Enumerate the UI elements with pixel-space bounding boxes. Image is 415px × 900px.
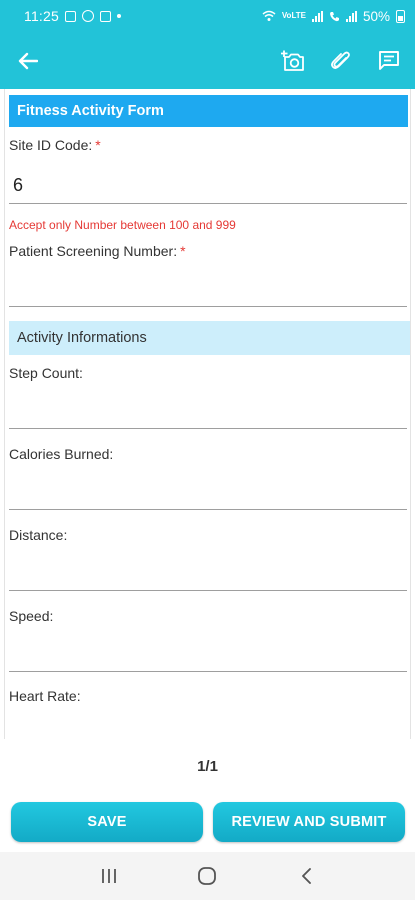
speed-input[interactable] xyxy=(9,636,407,672)
speed-label: Speed: xyxy=(9,608,54,624)
review-and-submit-button[interactable]: REVIEW AND SUBMIT xyxy=(213,802,405,842)
screening-label-text: Patient Screening Number: xyxy=(9,243,178,259)
site-id-label: Site ID Code: * xyxy=(5,137,101,153)
app-bar-actions xyxy=(281,49,401,73)
call-icon xyxy=(329,11,340,22)
more-notifications-dot-icon xyxy=(117,14,121,18)
step-count-label: Step Count: xyxy=(9,365,83,381)
status-right: VoLTE 50% xyxy=(262,9,405,24)
wifi-call-icon xyxy=(262,10,276,22)
system-nav-bar xyxy=(0,852,415,900)
form-scroll-area[interactable]: Fitness Activity Form Site ID Code:* Acc… xyxy=(4,89,411,739)
site-id-label-text: Site ID Code: xyxy=(9,137,93,153)
back-nav-icon[interactable] xyxy=(286,856,326,896)
screening-number-input[interactable] xyxy=(9,271,407,307)
volte-icon: VoLTE xyxy=(281,11,306,20)
page-indicator: 1/1 xyxy=(197,758,218,775)
screening-required-mark: * xyxy=(180,243,186,259)
calories-burned-input[interactable] xyxy=(9,474,407,510)
teams-notification-icon xyxy=(100,10,111,22)
whatsapp-notification-icon xyxy=(82,10,94,22)
attachment-paperclip-icon[interactable] xyxy=(329,49,353,73)
status-bar: 11:25 VoLTE 50% xyxy=(0,0,415,32)
site-id-input[interactable] xyxy=(9,168,407,204)
form-title: Fitness Activity Form xyxy=(9,95,408,127)
battery-percent: 50% xyxy=(362,8,390,24)
message-icon[interactable] xyxy=(377,49,401,73)
distance-input[interactable] xyxy=(9,555,407,591)
save-button[interactable]: SAVE xyxy=(11,802,203,842)
signal-2-icon xyxy=(345,10,357,22)
step-count-input[interactable] xyxy=(9,393,407,429)
calories-burned-label: Calories Burned: xyxy=(9,446,114,462)
status-left: 11:25 xyxy=(24,8,121,24)
distance-label: Distance: xyxy=(9,527,68,543)
recent-apps-icon[interactable] xyxy=(89,856,129,896)
add-photo-icon[interactable] xyxy=(281,49,305,73)
activity-section-header: Activity Informations xyxy=(9,321,410,355)
heart-rate-label: Heart Rate: xyxy=(9,688,81,704)
app-bar xyxy=(0,32,415,89)
site-id-hint: Accept only Number between 100 and 999 xyxy=(9,218,236,232)
site-id-required-mark: * xyxy=(95,137,101,153)
gallery-notification-icon xyxy=(65,10,76,22)
back-arrow-icon[interactable] xyxy=(16,49,40,73)
signal-1-icon xyxy=(311,10,323,22)
battery-icon xyxy=(396,9,405,23)
status-time: 11:25 xyxy=(24,8,59,24)
screening-label: Patient Screening Number: * xyxy=(5,243,186,259)
home-icon[interactable] xyxy=(187,856,227,896)
